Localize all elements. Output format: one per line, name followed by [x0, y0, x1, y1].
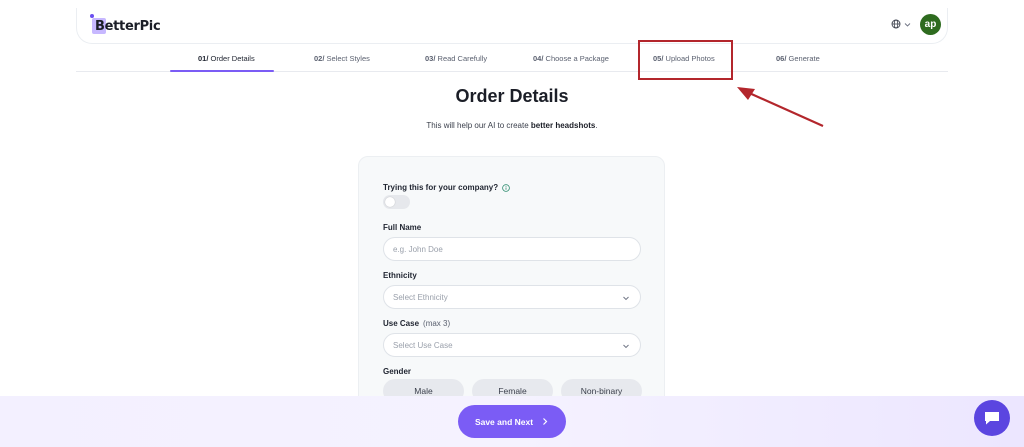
use-case-label: Use Case (max 3) [383, 319, 450, 328]
save-and-next-label: Save and Next [474, 416, 534, 427]
chevron-down-icon [623, 344, 629, 349]
use-case-select[interactable]: Select Use Case [383, 333, 641, 357]
step-read-carefully[interactable]: 03/ Read Carefully [425, 54, 487, 72]
ethnicity-label-text: Ethnicity [383, 271, 417, 280]
order-details-form: Trying this for your company? Full Name … [358, 156, 665, 416]
company-question-text: Trying this for your company? [383, 183, 499, 192]
step-number: 01/ [198, 54, 209, 63]
company-toggle[interactable] [383, 195, 410, 209]
step-select-styles[interactable]: 02/ Select Styles [314, 54, 370, 72]
language-selector[interactable] [891, 19, 911, 29]
step-label: Select Styles [326, 54, 370, 63]
logo[interactable]: BetterPic [90, 14, 161, 36]
chat-support-button[interactable] [974, 400, 1010, 436]
chat-bubble-icon [985, 412, 999, 425]
user-avatar[interactable]: ap [920, 14, 941, 35]
subtitle-emphasis: better headshots [530, 121, 596, 130]
full-name-field[interactable] [383, 237, 641, 261]
chevron-down-icon [904, 22, 911, 27]
logo-text: BetterPic [95, 18, 161, 34]
gender-label-text: Gender [383, 367, 412, 376]
page: BetterPic ap 01/ Order Details 02/ Selec… [0, 0, 1024, 447]
ethnicity-placeholder: Select Ethnicity [393, 292, 448, 302]
chevron-down-icon [623, 296, 629, 301]
step-label: Choose a Package [545, 54, 609, 63]
step-label: Order Details [210, 54, 255, 63]
page-title: Order Details [455, 86, 569, 106]
company-question-label: Trying this for your company? [383, 183, 510, 192]
active-step-indicator [170, 70, 274, 72]
full-name-label: Full Name [383, 223, 421, 232]
full-name-input[interactable] [393, 244, 640, 254]
full-name-label-text: Full Name [383, 223, 422, 232]
logo-dot [90, 14, 94, 18]
use-case-hint: (max 3) [423, 319, 451, 328]
step-label: Read Carefully [437, 54, 488, 63]
use-case-placeholder: Select Use Case [393, 340, 453, 350]
subtitle-suffix: . [595, 121, 598, 130]
gender-label: Gender [383, 367, 411, 376]
annotation-highlight-box [638, 40, 733, 80]
ethnicity-select[interactable]: Select Ethnicity [383, 285, 641, 309]
info-icon[interactable] [502, 183, 510, 192]
toggle-knob [385, 197, 395, 207]
step-generate[interactable]: 06/ Generate [776, 54, 820, 72]
chevron-right-icon [543, 418, 548, 425]
save-and-next-button[interactable]: Save and Next [458, 405, 566, 438]
ethnicity-label: Ethnicity [383, 271, 417, 280]
page-subtitle: This will help our AI to create better h… [0, 121, 1024, 130]
step-label: Generate [788, 54, 820, 63]
step-number: 02/ [314, 54, 325, 63]
step-number: 04/ [533, 54, 544, 63]
step-choose-package[interactable]: 04/ Choose a Package [533, 54, 609, 72]
use-case-label-text: Use Case [383, 319, 420, 328]
globe-icon [891, 19, 901, 29]
top-header: BetterPic ap [76, 8, 948, 44]
subtitle-text: This will help our AI to create [426, 121, 531, 130]
step-number: 03/ [425, 54, 436, 63]
step-number: 06/ [776, 54, 787, 63]
